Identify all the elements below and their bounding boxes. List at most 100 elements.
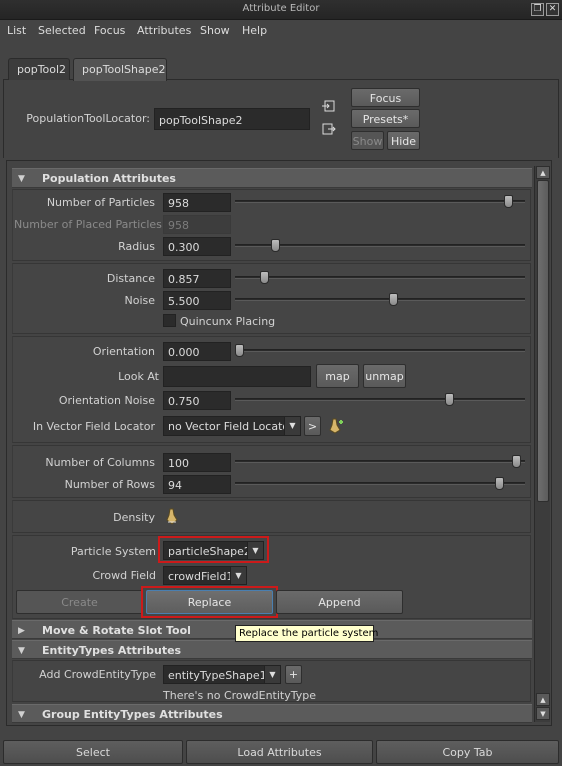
density-label: Density bbox=[113, 511, 155, 524]
vector-field-label: In Vector Field Locator bbox=[32, 420, 155, 433]
entity-type-dropdown[interactable]: entityTypeShape1 ▼ bbox=[163, 665, 281, 684]
quincunx-label: Quincunx Placing bbox=[180, 315, 276, 328]
distance-slider[interactable] bbox=[235, 276, 525, 279]
num-columns-slider-handle[interactable] bbox=[512, 455, 522, 468]
menu-list[interactable]: List bbox=[7, 24, 26, 37]
replace-tooltip: Replace the particle system bbox=[235, 625, 378, 642]
map-button[interactable]: map bbox=[316, 364, 359, 388]
vector-field-go-button[interactable]: > bbox=[304, 416, 321, 436]
radius-field[interactable]: 0.300 bbox=[163, 237, 231, 256]
noise-slider[interactable] bbox=[235, 298, 525, 301]
density-map-icon[interactable] bbox=[163, 507, 181, 527]
particle-system-dropdown[interactable]: particleShape2 ▼ bbox=[163, 541, 264, 560]
orientation-noise-slider-handle[interactable] bbox=[445, 393, 454, 406]
orientation-slider-handle[interactable] bbox=[235, 344, 244, 357]
distance-field[interactable]: 0.857 bbox=[163, 269, 231, 288]
section-group-entity-types[interactable]: ▼ Group EntityTypes Attributes bbox=[12, 704, 532, 723]
num-columns-slider[interactable] bbox=[235, 460, 525, 463]
num-columns-field[interactable]: 100 bbox=[163, 453, 231, 472]
scroll-down-icon[interactable]: ▲ bbox=[536, 693, 550, 706]
collapsed-arrow-icon: ▶ bbox=[18, 626, 25, 636]
crowd-field-dropdown[interactable]: crowdField1 ▼ bbox=[163, 566, 247, 585]
show-button[interactable]: Show bbox=[351, 131, 384, 150]
scrollbar-thumb[interactable] bbox=[537, 180, 549, 502]
copy-tab-button[interactable]: Copy Tab bbox=[376, 740, 559, 764]
num-columns-label: Number of Columns bbox=[45, 456, 155, 469]
input-connection-icon[interactable] bbox=[322, 100, 336, 113]
noise-field[interactable]: 5.500 bbox=[163, 291, 231, 310]
close-window-icon[interactable]: ✕ bbox=[546, 3, 559, 16]
locator-name-field[interactable]: popToolShape2 bbox=[154, 108, 310, 130]
scroll-down-icon[interactable]: ▼ bbox=[536, 707, 550, 720]
chevron-down-icon: ▼ bbox=[264, 666, 280, 683]
vector-field-value: no Vector Field Locator bbox=[168, 420, 294, 433]
look-at-field[interactable] bbox=[163, 366, 311, 387]
create-button[interactable]: Create bbox=[16, 590, 143, 614]
vector-field-dropdown[interactable]: no Vector Field Locator ▼ bbox=[163, 416, 301, 436]
look-at-label: Look At bbox=[118, 370, 159, 383]
expand-arrow-icon: ▼ bbox=[18, 646, 25, 656]
no-entity-type-text: There's no CrowdEntityType bbox=[163, 689, 317, 702]
select-button[interactable]: Select bbox=[3, 740, 183, 764]
num-rows-label: Number of Rows bbox=[64, 478, 155, 491]
entity-type-value: entityTypeShape1 bbox=[168, 669, 267, 682]
scroll-up-icon[interactable]: ▲ bbox=[536, 166, 550, 179]
particle-system-label: Particle System bbox=[70, 545, 156, 558]
noise-slider-handle[interactable] bbox=[389, 293, 398, 306]
load-attributes-button[interactable]: Load Attributes bbox=[186, 740, 373, 764]
expand-arrow-icon: ▼ bbox=[18, 174, 25, 184]
num-particles-slider[interactable] bbox=[235, 200, 525, 203]
num-particles-slider-handle[interactable] bbox=[503, 195, 513, 208]
append-button[interactable]: Append bbox=[276, 590, 403, 614]
tab-poptool2[interactable]: popTool2 bbox=[8, 58, 70, 80]
add-entity-type-label: Add CrowdEntityType bbox=[39, 668, 156, 681]
menu-show[interactable]: Show bbox=[200, 24, 230, 37]
chevron-down-icon: ▼ bbox=[230, 567, 246, 584]
section-title: Move & Rotate Slot Tool bbox=[42, 624, 191, 637]
section-title: Population Attributes bbox=[42, 172, 176, 185]
num-placed-label: Number of Placed Particles bbox=[14, 218, 162, 231]
focus-button[interactable]: Focus bbox=[351, 88, 420, 107]
orientation-noise-field[interactable]: 0.750 bbox=[163, 391, 231, 410]
restore-window-icon[interactable]: ❐ bbox=[531, 3, 544, 16]
radius-label: Radius bbox=[118, 240, 155, 253]
menu-help[interactable]: Help bbox=[242, 24, 267, 37]
section-population-attributes[interactable]: ▼ Population Attributes bbox=[12, 168, 532, 188]
tab-poptoolshape2[interactable]: popToolShape2 bbox=[73, 58, 167, 81]
hide-button[interactable]: Hide bbox=[387, 131, 420, 150]
output-connection-icon[interactable] bbox=[322, 123, 336, 136]
vector-field-locator-icon[interactable] bbox=[325, 416, 345, 436]
expand-arrow-icon: ▼ bbox=[18, 710, 25, 720]
num-rows-slider-handle[interactable] bbox=[495, 477, 505, 490]
orientation-label: Orientation bbox=[92, 345, 155, 358]
orientation-noise-slider[interactable] bbox=[235, 398, 525, 401]
radius-slider-handle[interactable] bbox=[271, 239, 281, 252]
menu-focus[interactable]: Focus bbox=[94, 24, 125, 37]
section-entity-types[interactable]: ▼ EntityTypes Attributes bbox=[12, 640, 532, 659]
orientation-noise-label: Orientation Noise bbox=[58, 394, 155, 407]
orientation-slider[interactable] bbox=[235, 349, 525, 352]
distance-slider-handle[interactable] bbox=[260, 271, 270, 284]
menu-bar: List Selected Focus Attributes Show Help bbox=[0, 20, 562, 42]
replace-button[interactable]: Replace bbox=[146, 590, 273, 614]
quincunx-checkbox[interactable] bbox=[163, 314, 176, 327]
section-title: EntityTypes Attributes bbox=[42, 644, 182, 657]
num-rows-field[interactable]: 94 bbox=[163, 475, 231, 494]
chevron-down-icon: ▼ bbox=[284, 417, 300, 435]
vertical-scrollbar[interactable]: ▲ ▲ ▼ bbox=[534, 166, 550, 722]
noise-label: Noise bbox=[124, 294, 155, 307]
add-entity-type-button[interactable]: + bbox=[285, 665, 302, 684]
presets-button[interactable]: Presets* bbox=[351, 109, 420, 128]
particle-system-value: particleShape2 bbox=[168, 545, 251, 558]
num-rows-slider[interactable] bbox=[235, 482, 525, 485]
num-particles-field[interactable]: 958 bbox=[163, 193, 231, 212]
distance-label: Distance bbox=[106, 272, 155, 285]
unmap-button[interactable]: unmap bbox=[363, 364, 406, 388]
menu-selected[interactable]: Selected bbox=[38, 24, 86, 37]
crowd-field-value: crowdField1 bbox=[168, 570, 234, 583]
title-bar: Attribute Editor ❐ ✕ bbox=[0, 0, 562, 20]
crowd-field-label: Crowd Field bbox=[92, 569, 156, 582]
num-placed-field: 958 bbox=[163, 215, 231, 234]
orientation-field[interactable]: 0.000 bbox=[163, 342, 231, 361]
menu-attributes[interactable]: Attributes bbox=[137, 24, 191, 37]
